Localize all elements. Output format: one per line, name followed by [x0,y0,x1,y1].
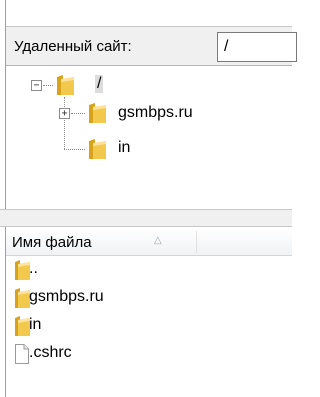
file-name: .cshrc [29,344,72,361]
tree-connector [43,85,53,86]
column-separator[interactable] [196,231,197,253]
list-item[interactable]: gsmbps.ru [6,284,292,312]
tree-connector [71,113,85,114]
file-list-header: Имя файла △ [6,228,292,256]
remote-file-list: .. gsmbps.ru in .cshrc [6,256,292,397]
tree-connector [64,97,65,149]
collapse-icon[interactable]: − [31,80,42,91]
tree-item-gsmbps[interactable]: gsmbps.ru [118,104,193,122]
remote-directory-tree: − / + gsmbps.ru in [6,66,292,209]
sort-ascending-icon: △ [154,235,162,246]
folder-icon [86,101,108,125]
file-name: gsmbps.ru [29,288,104,305]
list-item[interactable]: in [6,312,292,340]
file-icon [14,343,30,365]
pane-splitter[interactable] [0,209,292,227]
remote-path-input[interactable] [217,32,297,62]
expand-icon[interactable]: + [59,108,70,119]
column-header-filename[interactable]: Имя файла [12,234,92,251]
tree-connector [64,149,85,150]
tree-item-root[interactable]: / [95,75,104,93]
list-item[interactable]: .. [6,256,292,284]
remote-site-label: Удаленный сайт: [14,38,132,55]
file-name: in [29,316,42,333]
remote-site-bar: Удаленный сайт: [6,26,297,66]
file-name: .. [29,260,38,277]
folder-icon [54,73,76,97]
list-item[interactable]: .cshrc [6,340,292,368]
tree-item-in[interactable]: in [118,139,130,157]
folder-icon [86,137,108,161]
